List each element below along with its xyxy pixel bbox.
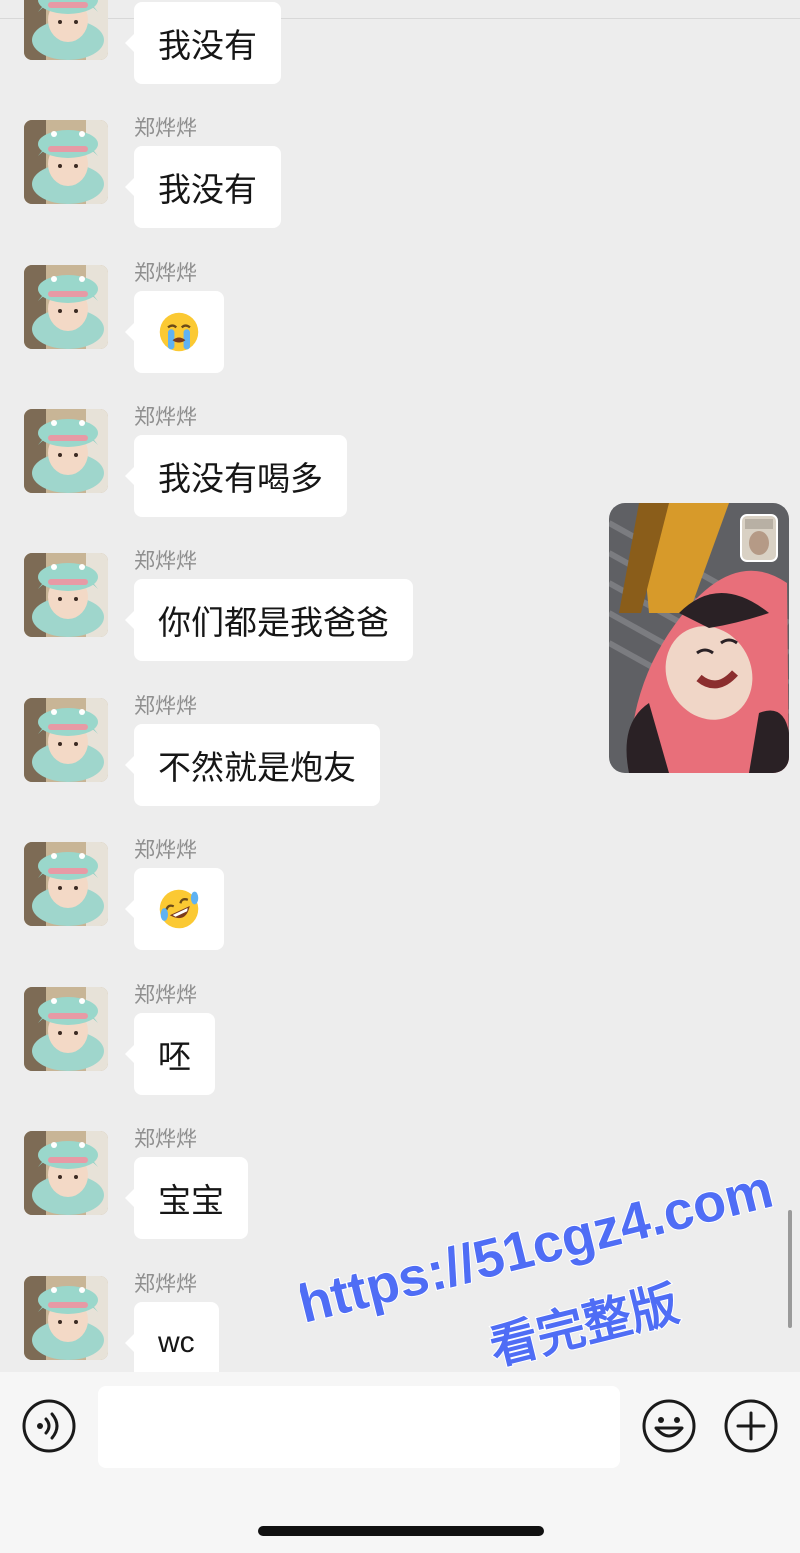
loudly-crying-face-icon — [157, 310, 201, 354]
message-text: 我没有 — [158, 170, 257, 209]
message-bubble[interactable]: wc — [125, 1302, 219, 1372]
message-row: 郑烨烨 不然就是炮友 — [0, 694, 600, 818]
more-options-button[interactable] — [723, 1398, 779, 1454]
message-row: 郑烨烨 — [0, 261, 600, 385]
home-indicator[interactable] — [258, 1526, 544, 1536]
message-bubble[interactable]: 你们都是我爸爸 — [125, 579, 413, 661]
message-text: 你们都是我爸爸 — [158, 603, 389, 642]
message-bubble[interactable]: 不然就是炮友 — [125, 724, 380, 806]
sender-name: 郑烨烨 — [134, 116, 197, 140]
rolling-on-floor-laughing-icon — [157, 887, 201, 931]
sender-name: 郑烨烨 — [134, 261, 197, 285]
avatar[interactable] — [24, 698, 108, 782]
sender-name: 郑烨烨 — [134, 549, 197, 573]
message-text: 我没有 — [158, 26, 257, 65]
message-bubble[interactable]: 宝宝 — [125, 1157, 248, 1239]
avatar[interactable] — [24, 120, 108, 204]
avatar[interactable] — [24, 409, 108, 493]
floating-video-window[interactable] — [609, 503, 789, 773]
sender-name: 郑烨烨 — [134, 1272, 197, 1296]
avatar[interactable] — [24, 842, 108, 926]
sender-name: 郑烨烨 — [134, 405, 197, 429]
voice-input-button[interactable] — [21, 1398, 77, 1454]
message-bubble[interactable]: 我没有 — [125, 2, 281, 84]
chat-message-list[interactable]: 我没有 郑烨烨 我没有 郑烨烨 郑烨烨 我没有喝多 郑烨烨 你们都是我爸爸 郑烨… — [0, 0, 800, 1372]
message-bubble[interactable]: 呸 — [125, 1013, 215, 1095]
message-text: 我没有喝多 — [158, 459, 323, 498]
emoji-button[interactable] — [641, 1398, 697, 1454]
voice-icon — [22, 1399, 76, 1453]
avatar[interactable] — [24, 1131, 108, 1215]
sender-name: 郑烨烨 — [134, 838, 197, 862]
message-bubble[interactable] — [125, 291, 224, 373]
message-text: wc — [158, 1326, 195, 1359]
message-row: 郑烨烨 呸 — [0, 983, 600, 1107]
avatar[interactable] — [24, 987, 108, 1071]
sender-name: 郑烨烨 — [134, 694, 197, 718]
message-row: 郑烨烨 我没有 — [0, 116, 600, 240]
message-bubble[interactable] — [125, 868, 224, 950]
message-bubble[interactable]: 我没有 — [125, 146, 281, 228]
avatar[interactable] — [24, 1276, 108, 1360]
avatar[interactable] — [24, 553, 108, 637]
video-call-image — [609, 503, 789, 773]
avatar[interactable] — [24, 0, 108, 60]
scrollbar[interactable] — [788, 1210, 792, 1328]
message-row: 郑烨烨 宝宝 — [0, 1127, 600, 1251]
avatar[interactable] — [24, 265, 108, 349]
sender-name: 郑烨烨 — [134, 1127, 197, 1151]
message-bubble[interactable]: 我没有喝多 — [125, 435, 347, 517]
message-row: 郑烨烨 我没有喝多 — [0, 405, 600, 529]
plus-icon — [724, 1399, 778, 1453]
message-text-input[interactable] — [98, 1386, 620, 1468]
message-row: 郑烨烨 — [0, 838, 600, 962]
message-text: 宝宝 — [158, 1181, 224, 1220]
message-text: 呸 — [158, 1037, 191, 1076]
message-row: 郑烨烨 你们都是我爸爸 — [0, 549, 600, 673]
smiley-icon — [642, 1399, 696, 1453]
message-row: 郑烨烨 wc — [0, 1272, 600, 1372]
sender-name: 郑烨烨 — [134, 983, 197, 1007]
message-row: 我没有 — [0, 0, 600, 96]
message-text: 不然就是炮友 — [158, 748, 356, 787]
